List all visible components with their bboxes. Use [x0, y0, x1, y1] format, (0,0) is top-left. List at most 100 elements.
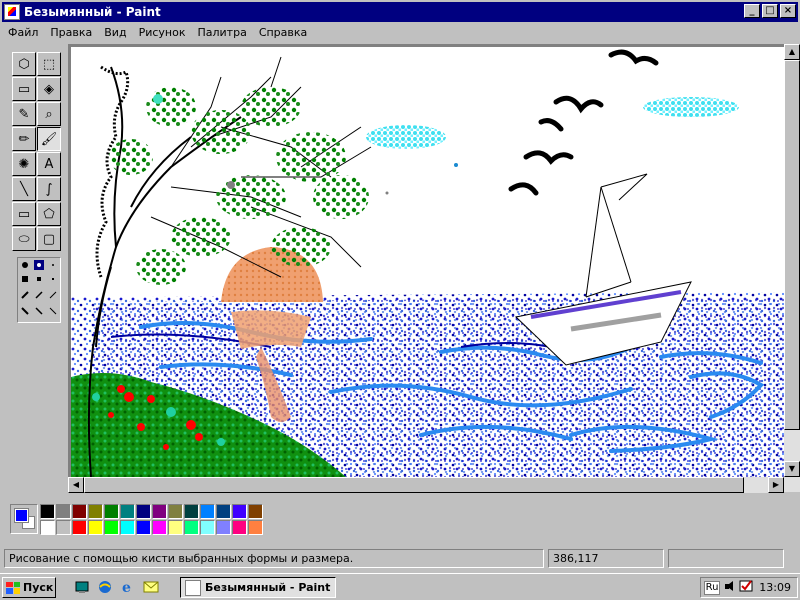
- palette-swatch[interactable]: [232, 504, 247, 519]
- menu-bar: Файл Правка Вид Рисунок Палитра Справка: [2, 23, 798, 42]
- tool-pencil[interactable]: ✏: [12, 127, 36, 151]
- free-select-icon: ⬡: [18, 56, 30, 72]
- window-title: Безымянный - Paint: [24, 5, 161, 19]
- canvas-drawing: [71, 49, 784, 477]
- palette-swatch[interactable]: [120, 504, 135, 519]
- svg-text:e: e: [122, 580, 131, 595]
- maximize-button[interactable]: □: [762, 4, 778, 18]
- outlook-express-icon[interactable]: [143, 579, 159, 595]
- show-desktop-icon[interactable]: [74, 579, 90, 595]
- taskbar-paint-button[interactable]: Безымянный - Paint: [180, 577, 336, 598]
- palette-swatch[interactable]: [232, 520, 247, 535]
- tool-rect-select[interactable]: ⬚: [37, 52, 61, 76]
- taskbar-paint-label: Безымянный - Paint: [205, 581, 331, 594]
- minimize-button[interactable]: _: [744, 4, 760, 18]
- palette-swatch[interactable]: [152, 504, 167, 519]
- tool-line[interactable]: ╲: [12, 177, 36, 201]
- scroll-down-button[interactable]: ▼: [784, 461, 800, 477]
- palette-swatch[interactable]: [88, 504, 103, 519]
- paint-app-icon[interactable]: [4, 4, 20, 20]
- tool-rounded-rect[interactable]: ▢: [37, 227, 61, 251]
- horizontal-scroll-thumb[interactable]: [84, 477, 744, 493]
- canvas-area: [68, 44, 800, 492]
- rect-select-icon: ⬚: [42, 56, 56, 72]
- polygon-icon: ⬠: [43, 206, 55, 222]
- line-icon: ╲: [20, 181, 28, 197]
- menu-view[interactable]: Вид: [98, 26, 132, 39]
- palette-swatch[interactable]: [104, 520, 119, 535]
- current-colors[interactable]: [10, 504, 38, 534]
- tool-free-select[interactable]: ⬡: [12, 52, 36, 76]
- drawing-canvas[interactable]: [71, 47, 784, 477]
- start-button[interactable]: Пуск: [2, 577, 56, 598]
- palette-swatch[interactable]: [136, 504, 151, 519]
- menu-file[interactable]: Файл: [2, 26, 44, 39]
- tool-fill[interactable]: ◈: [37, 77, 61, 101]
- tool-rectangle[interactable]: ▭: [12, 202, 36, 226]
- vertical-scrollbar[interactable]: ▲ ▼: [784, 44, 800, 492]
- palette-swatch[interactable]: [184, 520, 199, 535]
- volume-icon[interactable]: [723, 579, 737, 596]
- palette-swatch[interactable]: [168, 504, 183, 519]
- palette-swatch[interactable]: [56, 520, 71, 535]
- palette-swatch[interactable]: [40, 520, 55, 535]
- selection-size: [668, 549, 784, 568]
- palette-swatch[interactable]: [72, 520, 87, 535]
- tool-eraser[interactable]: ▭: [12, 77, 36, 101]
- menu-help[interactable]: Справка: [253, 26, 313, 39]
- palette-swatch[interactable]: [136, 520, 151, 535]
- scroll-right-button[interactable]: ▶: [768, 477, 784, 493]
- palette-swatch[interactable]: [56, 504, 71, 519]
- scroll-left-button[interactable]: ◀: [68, 477, 84, 493]
- taskbar: Пуск e Безымянный - Paint Ru 13:09: [0, 573, 800, 600]
- language-indicator[interactable]: Ru: [704, 580, 720, 595]
- tool-brush[interactable]: 🖌: [37, 127, 61, 151]
- menu-image[interactable]: Рисунок: [133, 26, 192, 39]
- tool-polygon[interactable]: ⬠: [37, 202, 61, 226]
- eraser-icon: ▭: [17, 81, 31, 97]
- tool-curve[interactable]: ∫: [37, 177, 61, 201]
- status-hint: Рисование с помощью кисти выбранных форм…: [4, 549, 544, 568]
- task-scheduler-icon[interactable]: [739, 579, 753, 596]
- tool-magnifier[interactable]: ⌕: [37, 102, 61, 126]
- horizontal-scrollbar[interactable]: ◀ ▶: [68, 477, 784, 493]
- tool-text[interactable]: A: [37, 152, 61, 176]
- tool-options[interactable]: [17, 257, 61, 323]
- palette-swatch[interactable]: [248, 520, 263, 535]
- palette-swatch[interactable]: [200, 504, 215, 519]
- internet-explorer-icon[interactable]: e: [120, 579, 136, 596]
- tool-airbrush[interactable]: ✺: [12, 152, 36, 176]
- menu-edit[interactable]: Правка: [44, 26, 98, 39]
- palette-swatch[interactable]: [152, 520, 167, 535]
- curve-icon: ∫: [45, 181, 53, 197]
- brush-shape-options[interactable]: [18, 258, 60, 322]
- color-palette: [10, 504, 270, 538]
- scroll-up-button[interactable]: ▲: [784, 44, 800, 60]
- palette-swatch[interactable]: [168, 520, 183, 535]
- palette-swatch[interactable]: [88, 520, 103, 535]
- palette-swatch[interactable]: [184, 504, 199, 519]
- pencil-icon: ✏: [18, 131, 30, 147]
- title-bar[interactable]: Безымянный - Paint _ □ ×: [2, 2, 798, 22]
- palette-swatch[interactable]: [248, 504, 263, 519]
- menu-colors[interactable]: Палитра: [191, 26, 252, 39]
- palette-swatch[interactable]: [104, 504, 119, 519]
- vertical-scroll-thumb[interactable]: [784, 60, 800, 430]
- palette-swatch[interactable]: [216, 504, 231, 519]
- text-icon: A: [44, 156, 54, 172]
- palette-swatch[interactable]: [200, 520, 215, 535]
- ellipse-icon: ⬭: [18, 231, 30, 247]
- browser-icon[interactable]: [97, 579, 113, 595]
- palette-swatch[interactable]: [120, 520, 135, 535]
- foreground-color[interactable]: [14, 508, 29, 523]
- paint-window: Безымянный - Paint _ □ × Файл Правка Вид…: [0, 0, 800, 572]
- palette-swatch[interactable]: [40, 504, 55, 519]
- palette-swatch[interactable]: [72, 504, 87, 519]
- tool-color-picker[interactable]: ✎: [12, 102, 36, 126]
- palette-swatch[interactable]: [216, 520, 231, 535]
- start-label: Пуск: [23, 581, 54, 594]
- tool-ellipse[interactable]: ⬭: [12, 227, 36, 251]
- cursor-coordinates: 386,117: [548, 549, 664, 568]
- rounded-rect-icon: ▢: [42, 231, 56, 247]
- close-button[interactable]: ×: [780, 4, 796, 18]
